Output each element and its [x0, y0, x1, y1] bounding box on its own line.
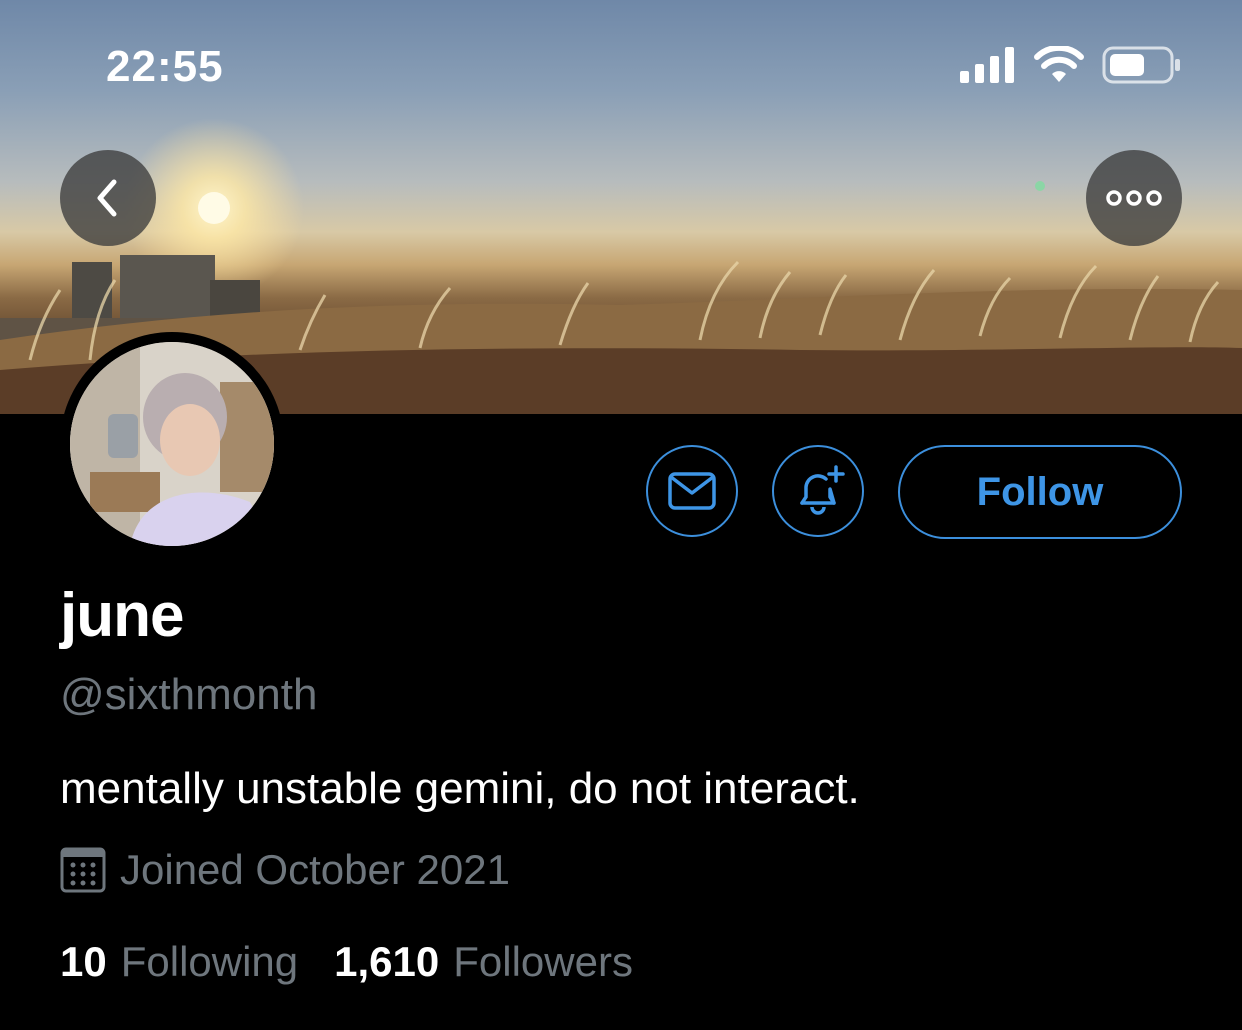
follow-stats: 10 Following 1,610 Followers [60, 938, 633, 986]
following-label: Following [120, 938, 299, 985]
status-icons [960, 46, 1182, 84]
profile-avatar[interactable] [60, 332, 284, 556]
bell-plus-icon [800, 465, 845, 515]
chevron-left-icon [97, 179, 117, 217]
user-handle: @sixthmonth [60, 670, 318, 719]
calendar-icon [60, 847, 106, 893]
avatar-image [70, 342, 274, 546]
cellular-signal-icon [960, 47, 1014, 83]
follow-button[interactable]: Follow [898, 445, 1182, 539]
wifi-icon [1034, 46, 1084, 82]
profile-bio: mentally unstable gemini, do not interac… [60, 764, 860, 813]
display-name: june [60, 581, 184, 650]
status-time: 22:55 [106, 42, 224, 91]
joined-text: Joined October 2021 [120, 846, 510, 893]
status-bar: 22:55 [0, 0, 1242, 130]
more-options-button[interactable] [1086, 150, 1182, 246]
message-button[interactable] [646, 445, 738, 537]
notifications-button[interactable] [772, 445, 864, 537]
following-link[interactable]: 10 Following [60, 938, 298, 986]
battery-icon [1102, 46, 1180, 84]
joined-date: Joined October 2021 [60, 846, 510, 894]
more-horizontal-icon [1106, 190, 1162, 206]
mail-icon [668, 472, 716, 510]
following-count: 10 [60, 938, 107, 985]
followers-count: 1,610 [334, 938, 440, 985]
followers-link[interactable]: 1,610 Followers [334, 938, 633, 986]
followers-label: Followers [453, 938, 633, 985]
back-button[interactable] [60, 150, 156, 246]
